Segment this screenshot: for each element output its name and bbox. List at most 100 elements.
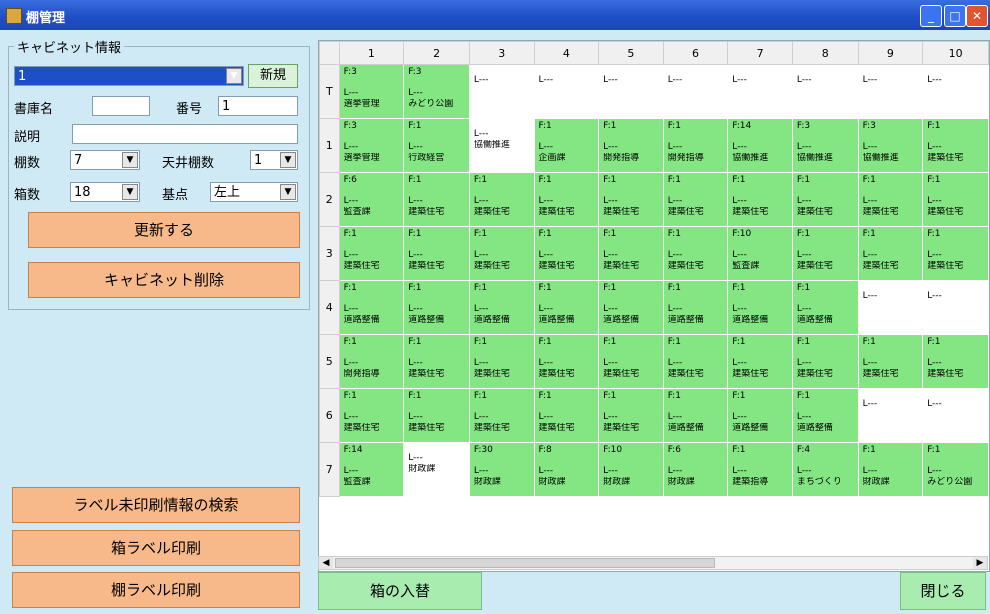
box-cell[interactable]: F:1 L--- 道路整備 — [727, 388, 793, 443]
box-cell[interactable]: F:8 L--- 財政課 — [533, 442, 600, 497]
box-cell[interactable]: L--- — [922, 64, 989, 119]
box-cell[interactable]: F:1 L--- 建築住宅 — [727, 172, 793, 227]
box-cell[interactable]: L--- — [533, 64, 600, 119]
chevron-down-icon[interactable]: ▼ — [122, 184, 138, 200]
box-cell[interactable]: F:1 L--- 建築住宅 — [922, 172, 989, 227]
chevron-down-icon[interactable]: ▼ — [280, 152, 296, 168]
box-cell[interactable]: F:3 L--- みどり公園 — [403, 64, 470, 119]
box-cell[interactable]: F:1 L--- 建築住宅 — [403, 226, 470, 281]
box-cell[interactable]: F:1 L--- 建築住宅 — [338, 226, 405, 281]
box-cell[interactable]: F:1 L--- 企画課 — [533, 118, 600, 173]
box-count-select[interactable]: 18 ▼ — [70, 182, 140, 202]
box-cell[interactable]: F:1 L--- 建築住宅 — [727, 334, 793, 389]
box-cell[interactable]: F:1 L--- 建築住宅 — [662, 172, 729, 227]
description-input[interactable] — [72, 124, 298, 144]
box-cell[interactable]: F:6 L--- 財政課 — [662, 442, 729, 497]
box-cell[interactable]: F:4 L--- まちづくり — [791, 442, 859, 497]
box-cell[interactable]: F:1 L--- 道路整備 — [662, 280, 729, 335]
box-cell[interactable]: F:1 L--- 建築住宅 — [662, 226, 729, 281]
close-icon[interactable]: ✕ — [966, 5, 988, 27]
number-input[interactable]: 1 — [218, 96, 298, 116]
box-cell[interactable]: F:1 L--- 建築住宅 — [791, 226, 859, 281]
box-cell[interactable]: F:1 L--- 開発指導 — [598, 118, 664, 173]
library-name-input[interactable] — [92, 96, 150, 116]
box-cell[interactable]: F:1 L--- 建築住宅 — [857, 172, 924, 227]
shelf-label-print-button[interactable]: 棚ラベル印刷 — [12, 572, 300, 608]
box-cell[interactable]: F:1 L--- 建築住宅 — [338, 388, 405, 443]
box-cell[interactable]: F:1 L--- 建築住宅 — [857, 226, 924, 281]
box-cell[interactable]: L--- 財政課 — [403, 442, 470, 497]
box-cell[interactable]: F:3 L--- 選挙管理 — [338, 118, 405, 173]
ceiling-shelf-select[interactable]: 1 ▼ — [250, 150, 298, 170]
swap-boxes-button[interactable]: 箱の入替 — [318, 572, 482, 610]
box-cell[interactable]: F:1 L--- 建築住宅 — [403, 172, 470, 227]
box-cell[interactable]: F:1 L--- 建築住宅 — [662, 334, 729, 389]
box-cell[interactable]: F:14 L--- 協働推進 — [727, 118, 793, 173]
box-cell[interactable]: L--- — [857, 388, 924, 443]
box-cell[interactable]: F:1 L--- 建築住宅 — [468, 226, 535, 281]
chevron-down-icon[interactable]: ▼ — [122, 152, 138, 168]
box-label-print-button[interactable]: 箱ラベル印刷 — [12, 530, 300, 566]
box-cell[interactable]: F:1 L--- 建築住宅 — [922, 118, 989, 173]
box-cell[interactable]: F:1 L--- 道路整備 — [338, 280, 405, 335]
box-cell[interactable]: F:1 L--- 建築住宅 — [403, 334, 470, 389]
delete-cabinet-button[interactable]: キャビネット削除 — [28, 262, 300, 298]
box-cell[interactable]: F:1 L--- 建築住宅 — [533, 388, 600, 443]
box-cell[interactable]: F:1 L--- みどり公園 — [922, 442, 989, 497]
box-cell[interactable]: F:1 L--- 建築指導 — [727, 442, 793, 497]
box-cell[interactable]: F:1 L--- 道路整備 — [403, 280, 470, 335]
box-cell[interactable]: F:1 L--- 建築住宅 — [533, 172, 600, 227]
box-cell[interactable]: F:1 L--- 道路整備 — [468, 280, 535, 335]
box-cell[interactable]: F:1 L--- 財政課 — [857, 442, 924, 497]
box-cell[interactable]: L--- — [922, 280, 989, 335]
box-cell[interactable]: L--- — [727, 64, 793, 119]
box-cell[interactable]: F:1 L--- 道路整備 — [727, 280, 793, 335]
box-cell[interactable]: F:1 L--- 建築住宅 — [598, 334, 664, 389]
box-cell[interactable]: F:3 L--- 協働推進 — [791, 118, 859, 173]
box-cell[interactable]: L--- — [791, 64, 859, 119]
box-cell[interactable]: F:1 L--- 道路整備 — [791, 280, 859, 335]
box-cell[interactable]: F:1 L--- 建築住宅 — [791, 172, 859, 227]
scroll-thumb[interactable] — [335, 558, 715, 568]
box-cell[interactable]: L--- — [662, 64, 729, 119]
box-cell[interactable]: F:3 L--- 選挙管理 — [338, 64, 405, 119]
box-cell[interactable]: F:3 L--- 協働推進 — [857, 118, 924, 173]
box-cell[interactable]: L--- 協働推進 — [468, 118, 535, 173]
box-cell[interactable]: F:1 L--- 建築住宅 — [468, 334, 535, 389]
box-cell[interactable]: L--- — [598, 64, 664, 119]
minimize-icon[interactable]: _ — [920, 5, 942, 27]
box-cell[interactable]: F:1 L--- 道路整備 — [662, 388, 729, 443]
box-cell[interactable]: F:1 L--- 建築住宅 — [468, 172, 535, 227]
scroll-right-icon[interactable]: ▶ — [973, 557, 987, 569]
box-cell[interactable]: F:1 L--- 建築住宅 — [598, 172, 664, 227]
box-cell[interactable]: F:1 L--- 建築住宅 — [791, 334, 859, 389]
cabinet-select[interactable]: 1 ▼ — [14, 66, 244, 86]
box-cell[interactable]: F:1 L--- 行政経営 — [403, 118, 470, 173]
close-button[interactable]: 閉じる — [900, 572, 986, 610]
scroll-left-icon[interactable]: ◀ — [319, 557, 333, 569]
box-cell[interactable]: F:1 L--- 建築住宅 — [403, 388, 470, 443]
chevron-down-icon[interactable]: ▼ — [280, 184, 296, 200]
box-cell[interactable]: F:10 L--- 監査課 — [727, 226, 793, 281]
box-cell[interactable]: F:1 L--- 開発指導 — [662, 118, 729, 173]
box-cell[interactable]: F:1 L--- 建築住宅 — [857, 334, 924, 389]
box-cell[interactable]: F:1 L--- 建築住宅 — [598, 226, 664, 281]
chevron-down-icon[interactable]: ▼ — [226, 68, 242, 84]
box-cell[interactable]: F:14 L--- 監査課 — [338, 442, 405, 497]
update-button[interactable]: 更新する — [28, 212, 300, 248]
box-cell[interactable]: F:1 L--- 建築住宅 — [922, 226, 989, 281]
search-unprinted-button[interactable]: ラベル未印刷情報の検索 — [12, 487, 300, 523]
box-cell[interactable]: F:1 L--- 開発指導 — [338, 334, 405, 389]
box-cell[interactable]: F:1 L--- 道路整備 — [598, 280, 664, 335]
box-cell[interactable]: F:1 L--- 建築住宅 — [598, 388, 664, 443]
box-cell[interactable]: F:1 L--- 道路整備 — [533, 280, 600, 335]
box-cell[interactable]: F:1 L--- 道路整備 — [791, 388, 859, 443]
box-cell[interactable]: F:1 L--- 建築住宅 — [533, 334, 600, 389]
box-cell[interactable]: L--- — [857, 280, 924, 335]
box-cell[interactable]: F:1 L--- 建築住宅 — [533, 226, 600, 281]
horizontal-scrollbar[interactable]: ◀ ▶ — [318, 556, 988, 570]
shelf-count-select[interactable]: 7 ▼ — [70, 150, 140, 170]
box-cell[interactable]: F:30 L--- 財政課 — [468, 442, 535, 497]
new-button[interactable]: 新規 — [248, 64, 298, 88]
box-cell[interactable]: L--- — [857, 64, 924, 119]
